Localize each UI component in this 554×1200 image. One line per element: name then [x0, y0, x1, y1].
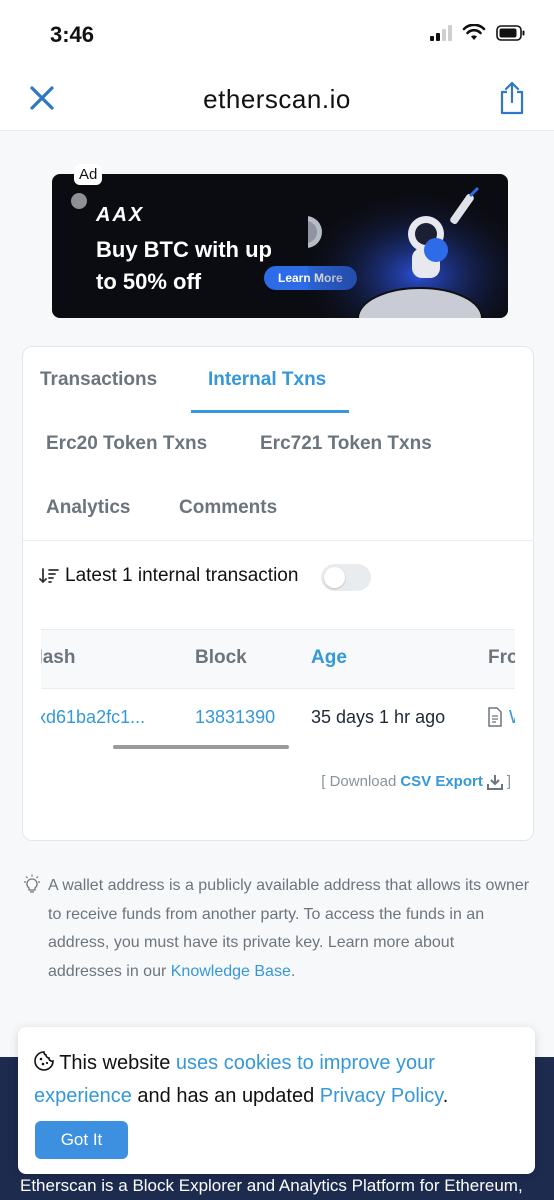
ad-brand: AAX — [96, 204, 145, 226]
csv-export-link[interactable]: CSV Export — [400, 773, 483, 790]
privacy-policy-link[interactable]: Privacy Policy — [320, 1085, 443, 1107]
download-label: [ Download — [321, 773, 397, 790]
latest-summary: Latest 1 internal transaction — [39, 565, 298, 587]
wifi-icon — [462, 24, 486, 40]
toggle-knob — [324, 567, 345, 588]
cookie-message: This website uses cookies to improve you… — [34, 1047, 514, 1113]
coin-icon — [71, 193, 87, 209]
sort-descending-icon — [39, 568, 59, 584]
battery-icon — [496, 25, 525, 41]
address-tabs-card: Transactions Internal Txns Erc20 Token T… — [22, 346, 534, 841]
ad-headline: Buy BTC with up to 50% off — [96, 237, 272, 294]
signal-icon — [430, 25, 452, 41]
got-it-button[interactable]: Got It — [35, 1121, 128, 1159]
internal-txns-table[interactable]: Hash Block Age Fro 0xd61ba2fc1... 138313… — [41, 629, 515, 749]
info-end: . — [290, 962, 296, 980]
wallet-info: A wallet address is a publicly available… — [22, 872, 532, 986]
cookie-icon — [34, 1051, 54, 1071]
share-icon[interactable] — [498, 80, 526, 116]
cookie-text-3: . — [442, 1085, 449, 1107]
footer-text: Etherscan is a Block Explorer and Analyt… — [20, 1176, 523, 1195]
latest-text: Latest 1 internal transaction — [65, 565, 299, 586]
download-icon[interactable] — [486, 774, 503, 790]
status-bar: 3:46 — [0, 0, 554, 70]
astronaut-illustration — [308, 174, 508, 318]
column-header-from: Fro — [488, 647, 515, 668]
horizontal-scrollbar[interactable] — [113, 745, 289, 749]
column-header-block: Block — [195, 647, 247, 668]
knowledge-base-link[interactable]: Knowledge Base — [171, 963, 291, 980]
download-bracket: ] — [506, 773, 511, 790]
status-icons — [430, 24, 526, 42]
browser-nav-bar: etherscan.io — [0, 70, 554, 131]
ad-banner[interactable]: AAX Buy BTC with up to 50% off Learn Mor… — [52, 174, 508, 318]
download-row: [ Download CSV Export ] — [321, 773, 511, 790]
age-value: 35 days 1 hr ago — [311, 707, 446, 727]
page-title: etherscan.io — [203, 84, 351, 114]
status-time: 3:46 — [50, 22, 95, 47]
toggle-switch[interactable] — [321, 564, 371, 591]
lightbulb-icon — [24, 874, 40, 893]
tab-erc20-token-txns[interactable]: Erc20 Token Txns — [46, 433, 207, 455]
cookie-banner: This website uses cookies to improve you… — [18, 1027, 535, 1174]
table-row: 0xd61ba2fc1... 13831390 35 days 1 hr ago… — [41, 688, 515, 748]
ad-label: Ad — [74, 164, 103, 185]
divider — [23, 540, 533, 541]
tab-erc721-token-txns[interactable]: Erc721 Token Txns — [260, 433, 432, 455]
tab-internal-txns[interactable]: Internal Txns — [208, 369, 326, 391]
table-header: Hash Block Age Fro — [41, 629, 515, 689]
cookie-text-1: This website — [59, 1052, 171, 1074]
tab-comments[interactable]: Comments — [179, 497, 277, 519]
cookie-text-2: and has an updated — [137, 1085, 315, 1107]
tab-transactions[interactable]: Transactions — [40, 369, 157, 391]
document-icon — [488, 707, 502, 727]
tab-analytics[interactable]: Analytics — [46, 497, 130, 519]
block-link[interactable]: 13831390 — [195, 707, 275, 728]
column-header-hash: Hash — [41, 647, 76, 668]
from-address-link[interactable]: W — [509, 707, 515, 728]
txn-hash-link[interactable]: 0xd61ba2fc1... — [41, 707, 145, 728]
column-header-age[interactable]: Age — [311, 647, 347, 669]
active-tab-indicator — [191, 410, 349, 413]
